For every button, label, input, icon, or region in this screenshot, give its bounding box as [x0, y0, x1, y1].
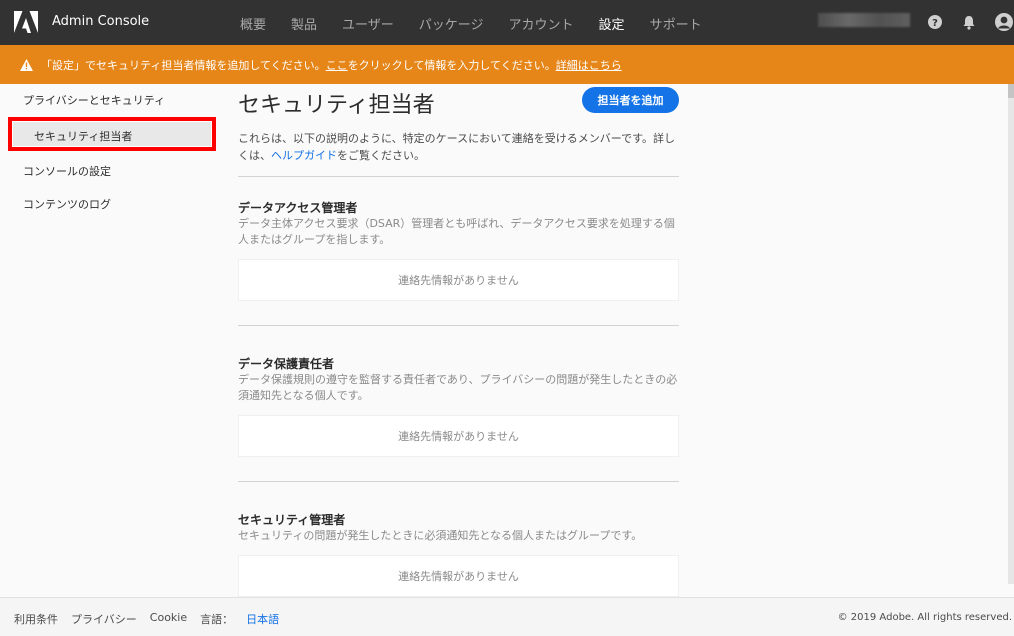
main-content: セキュリティ担当者 担当者を追加 これらは、以下の説明のように、特定のケースにお… — [238, 84, 679, 597]
footer-privacy-link[interactable]: プライバシー — [71, 611, 137, 627]
app-title[interactable]: Admin Console — [52, 14, 149, 29]
sidebar-item-content-logs[interactable]: コンテンツのログ — [23, 196, 111, 212]
banner-text: 「設定」でセキュリティ担当者情報を追加してください。 — [41, 58, 326, 72]
divider — [238, 325, 679, 326]
sidebar-item-console-settings[interactable]: コンソールの設定 — [23, 163, 111, 179]
footer-cookie-link[interactable]: Cookie — [150, 611, 187, 627]
nav-settings[interactable]: 設定 — [599, 14, 625, 33]
nav-packages[interactable]: パッケージ — [419, 14, 484, 33]
nav-users[interactable]: ユーザー — [342, 14, 394, 33]
footer-language: 言語： 日本語 — [200, 611, 292, 627]
scrollbar-track[interactable] — [1008, 84, 1014, 584]
nav-products[interactable]: 製品 — [291, 14, 317, 33]
main-nav: 概要 製品 ユーザー パッケージ アカウント 設定 サポート — [240, 14, 727, 33]
banner-click-here-link[interactable]: ここ — [326, 57, 348, 73]
help-icon[interactable]: ? — [926, 13, 944, 31]
page-title: セキュリティ担当者 — [238, 93, 435, 118]
section-desc-data-protection-officer: データ保護規則の遵守を監督する責任者であり、プライバシーの問題が発生したときの必… — [238, 373, 678, 402]
user-org-name-blurred[interactable] — [818, 13, 910, 27]
footer-terms-link[interactable]: 利用条件 — [14, 611, 58, 627]
empty-contact-box-security-admin: 連絡先情報がありません — [238, 555, 679, 597]
banner-details-link[interactable]: 詳細はこちら — [556, 57, 622, 73]
warning-icon — [20, 58, 33, 71]
empty-contact-box-data-access-admin: 連絡先情報がありません — [238, 259, 679, 301]
footer: 利用条件 プライバシー Cookie 言語： 日本語 © 2019 Adobe. … — [0, 597, 1014, 636]
section-title-data-access-admin: データアクセス管理者 — [238, 201, 358, 215]
sidebar-item-label: セキュリティ担当者 — [13, 122, 211, 146]
add-contact-button[interactable]: 担当者を追加 — [582, 87, 679, 113]
divider — [238, 176, 679, 177]
adobe-logo-icon[interactable] — [14, 11, 38, 33]
sidebar-item-security-contacts[interactable]: セキュリティ担当者 — [8, 117, 216, 151]
section-desc-security-admin: セキュリティの問題が発生したときに必須通知先となる個人またはグループです。 — [238, 529, 643, 542]
nav-overview[interactable]: 概要 — [240, 14, 266, 33]
footer-copyright: © 2019 Adobe. All rights reserved. — [837, 612, 1012, 623]
nav-account[interactable]: アカウント — [509, 14, 574, 33]
avatar-icon[interactable] — [995, 13, 1013, 31]
banner-text-middle: をクリックして情報を入力してください。 — [347, 58, 556, 72]
top-nav-bar: Admin Console 概要 製品 ユーザー パッケージ アカウント 設定 … — [0, 0, 1014, 45]
empty-contact-box-data-protection-officer: 連絡先情報がありません — [238, 415, 679, 457]
section-title-security-admin: セキュリティ管理者 — [238, 513, 346, 527]
intro-text: これらは、以下の説明のように、特定のケースにおいて連絡を受けるメンバーです。詳し… — [238, 130, 679, 164]
intro-text-after: をご覧ください。 — [337, 149, 425, 162]
footer-links: 利用条件 プライバシー Cookie 言語： 日本語 — [14, 611, 305, 627]
bell-icon[interactable] — [960, 13, 978, 31]
divider — [238, 481, 679, 482]
nav-support[interactable]: サポート — [650, 14, 702, 33]
sidebar-group-privacy-security[interactable]: プライバシーとセキュリティ — [23, 92, 165, 108]
section-desc-data-access-admin: データ主体アクセス要求（DSAR）管理者とも呼ばれ、データアクセス要求を処理する… — [238, 217, 675, 246]
scrollbar-thumb[interactable] — [1008, 84, 1014, 98]
warning-banner: 「設定」でセキュリティ担当者情報を追加してください。 ここ をクリックして情報を… — [0, 45, 1014, 84]
footer-language-label: 言語： — [200, 613, 234, 626]
help-guide-link[interactable]: ヘルプガイド — [271, 149, 337, 162]
svg-text:?: ? — [932, 18, 938, 29]
settings-sidebar: プライバシーとセキュリティ セキュリティ担当者 コンソールの設定 コンテンツのロ… — [0, 84, 228, 597]
section-title-data-protection-officer: データ保護責任者 — [238, 357, 335, 371]
footer-language-selector[interactable]: 日本語 — [246, 613, 279, 626]
